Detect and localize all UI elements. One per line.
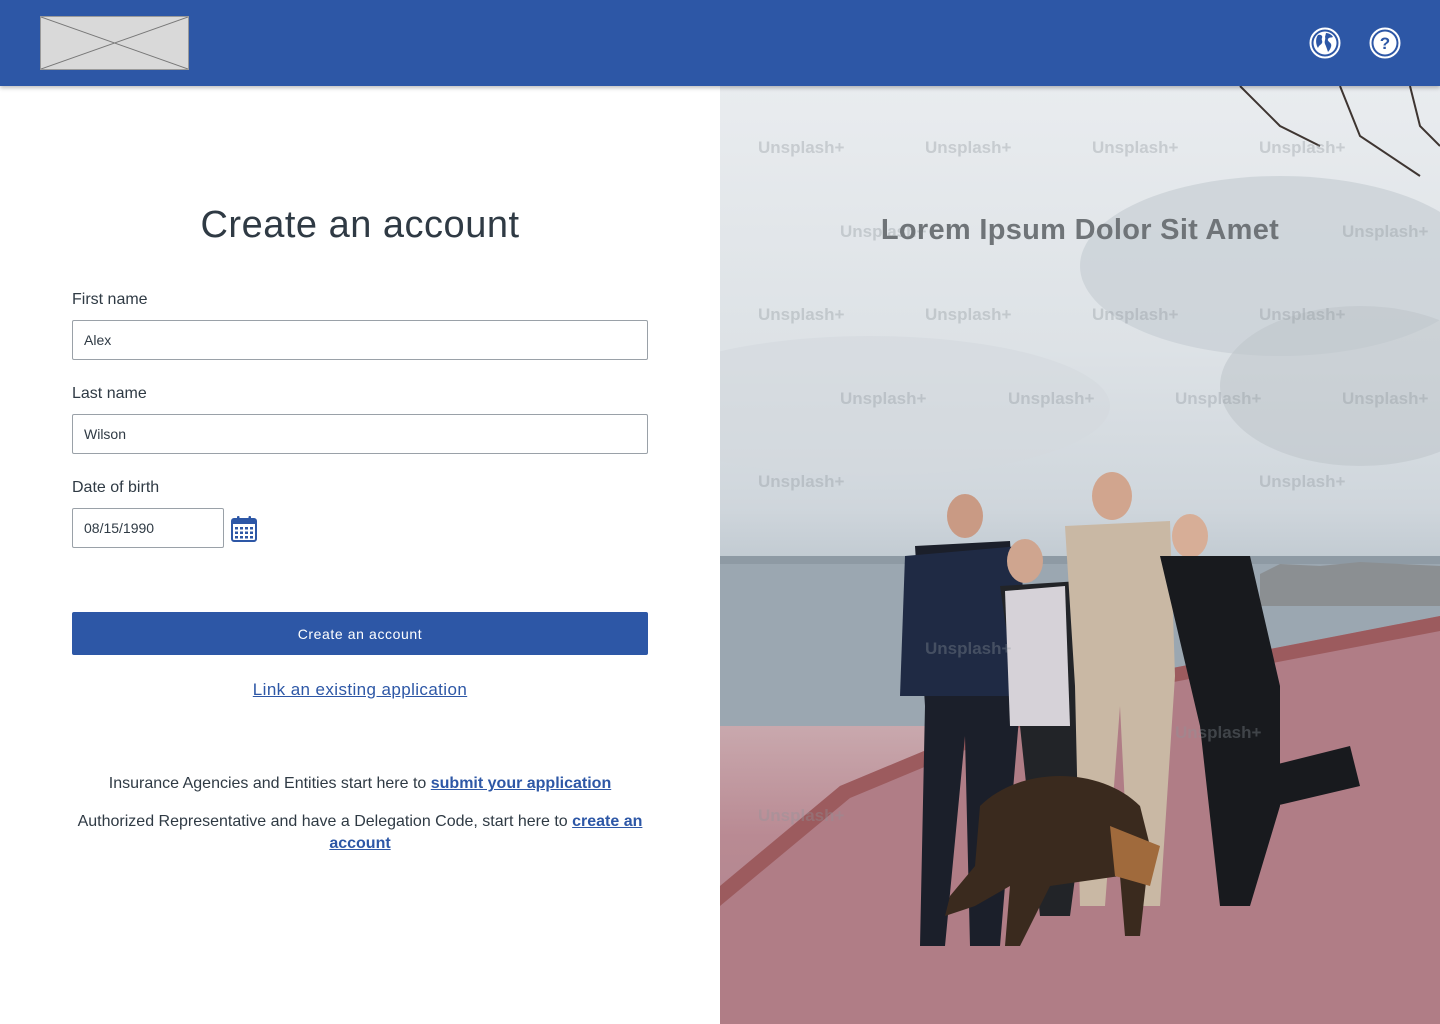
first-name-label: First name [72, 291, 148, 308]
watermark: Unsplash+ [1008, 389, 1095, 408]
watermark: Unsplash+ [1092, 138, 1179, 157]
hero-title: Lorem Ipsum Dolor Sit Amet [880, 214, 1280, 246]
last-name-input[interactable] [72, 414, 648, 454]
page-title: Create an account [200, 204, 520, 246]
watermark: Unsplash+ [925, 305, 1012, 324]
submit-application-link[interactable]: submit your application [431, 775, 611, 792]
watermark: Unsplash+ [925, 639, 1012, 658]
calendar-icon[interactable] [231, 516, 257, 542]
watermark: Unsplash+ [1175, 723, 1262, 742]
agencies-text: Insurance Agencies and Entities start he… [108, 775, 431, 792]
hero-image-panel: Unsplash+ Unsplash+ Unsplash+ Unsplash+ … [720, 86, 1440, 1024]
watermark: Unsplash+ [758, 806, 845, 825]
last-name-label: Last name [72, 385, 147, 402]
watermark: Unsplash+ [758, 138, 845, 157]
help-glyph: ? [1380, 34, 1390, 53]
form-panel: Create an account First name Last name D… [0, 86, 720, 1024]
logo-placeholder[interactable] [40, 16, 189, 70]
watermark: Unsplash+ [758, 472, 845, 491]
create-account-button[interactable]: Create an account [72, 612, 648, 655]
representative-info: Authorized Representative and have a Del… [72, 811, 648, 855]
watermark: Unsplash+ [1092, 305, 1179, 324]
watermark: Unsplash+ [1259, 305, 1346, 324]
watermark: Unsplash+ [1175, 389, 1262, 408]
dob-label: Date of birth [72, 479, 160, 496]
dob-input[interactable] [72, 508, 224, 548]
first-name-input[interactable] [72, 320, 648, 360]
watermark: Unsplash+ [1259, 138, 1346, 157]
watermark: Unsplash+ [1259, 472, 1346, 491]
help-icon[interactable]: ? [1369, 27, 1401, 59]
agencies-info: Insurance Agencies and Entities start he… [72, 773, 648, 795]
image-placeholder-icon [41, 17, 188, 69]
top-bar: ? [0, 0, 1440, 86]
watermark: Unsplash+ [1342, 389, 1429, 408]
watermark: Unsplash+ [758, 305, 845, 324]
link-existing-application-link[interactable]: Link an existing application [253, 680, 467, 699]
link-existing-wrapper: Link an existing application [0, 680, 720, 700]
representative-text: Authorized Representative and have a Del… [77, 813, 573, 830]
globe-icon[interactable] [1309, 27, 1341, 59]
watermark: Unsplash+ [925, 138, 1012, 157]
watermark: Unsplash+ [840, 389, 927, 408]
